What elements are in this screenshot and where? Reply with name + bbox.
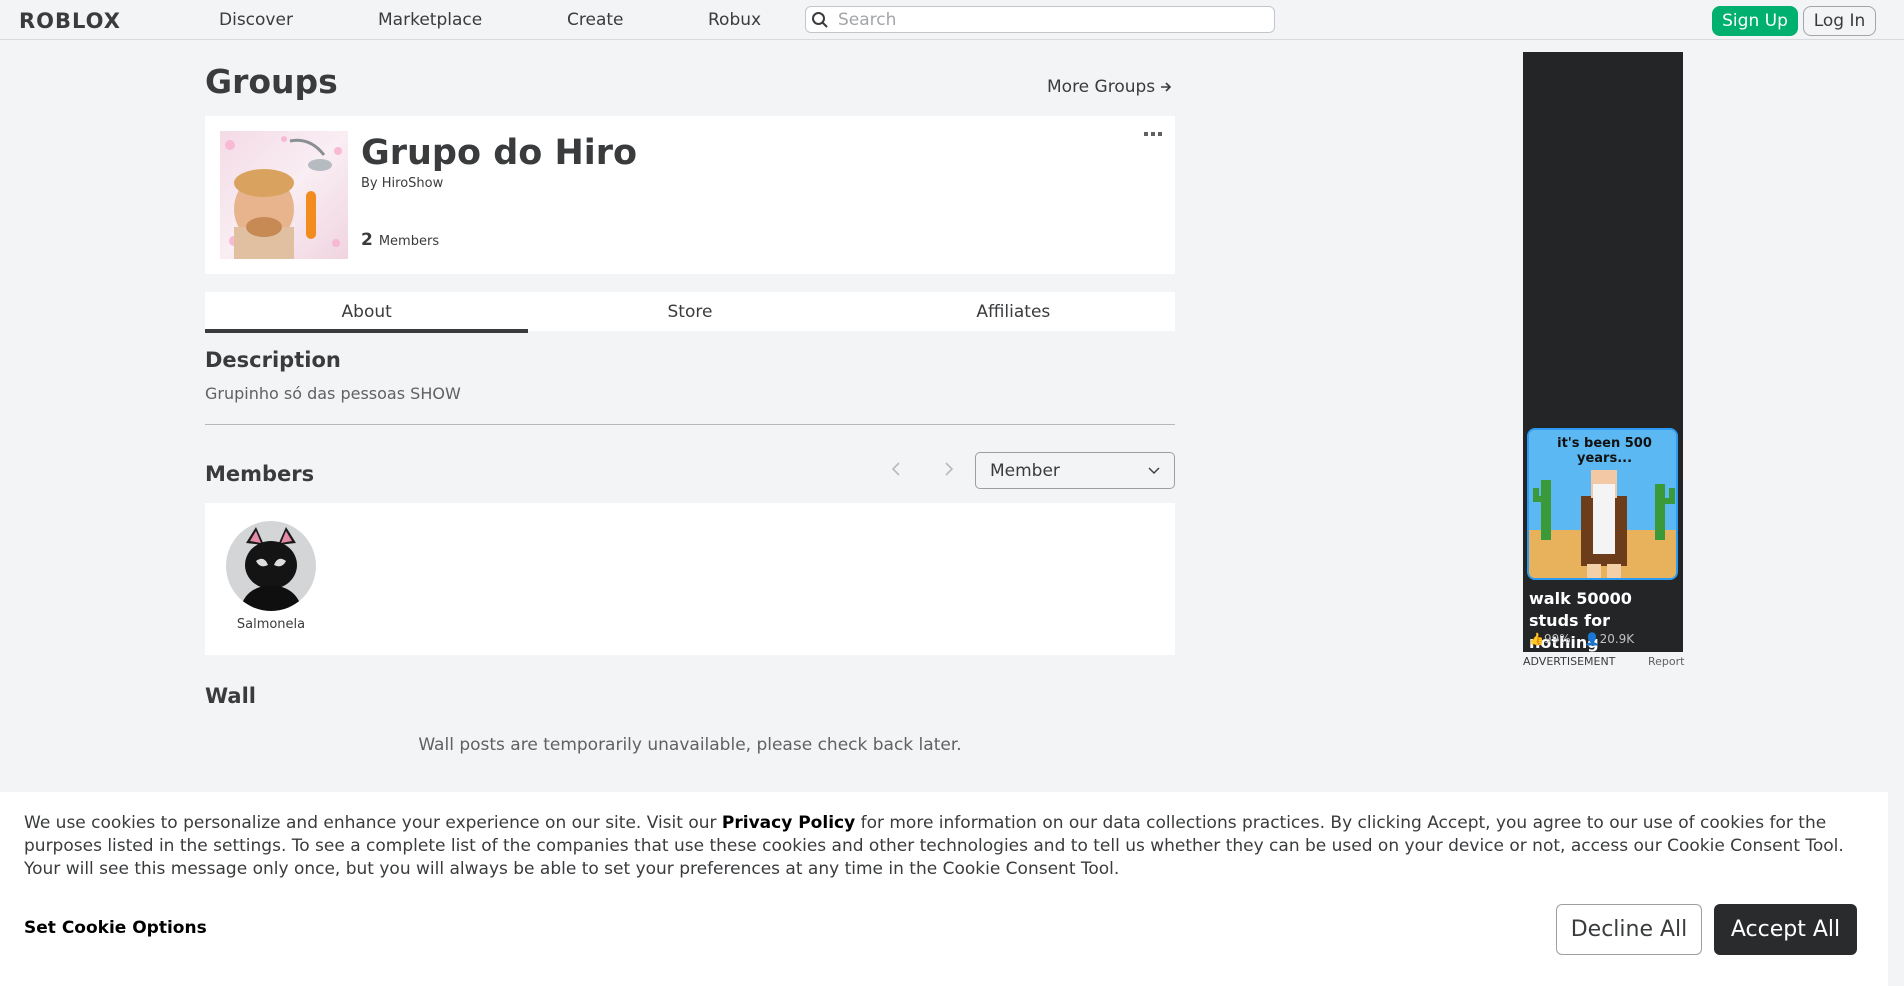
member-card[interactable]: Salmonela: [225, 521, 317, 632]
ad-players: 20.9K: [1599, 632, 1635, 646]
log-in-button[interactable]: Log In: [1803, 6, 1876, 36]
section-divider: [205, 424, 1175, 425]
member-count: 2: [361, 230, 373, 250]
cookie-message: We use cookies to personalize and enhanc…: [24, 812, 1864, 881]
group-thumbnail: [220, 131, 348, 259]
by-prefix: By: [361, 176, 378, 191]
nav-discover[interactable]: Discover: [219, 0, 293, 40]
sign-up-button[interactable]: Sign Up: [1712, 6, 1798, 36]
nav-marketplace[interactable]: Marketplace: [378, 0, 482, 40]
members-heading: Members: [205, 462, 315, 486]
tab-store[interactable]: Store: [528, 292, 851, 331]
chevron-down-icon: [1148, 467, 1160, 474]
ad-stats: 👍99% 👤20.9K: [1529, 632, 1634, 646]
set-cookie-options-link[interactable]: Set Cookie Options: [24, 918, 207, 938]
description-text: Grupinho só das pessoas SHOW: [205, 384, 461, 403]
page-title: Groups: [205, 62, 338, 101]
wall-heading: Wall: [205, 684, 256, 708]
page-scrollbar[interactable]: [1888, 40, 1904, 986]
ad-image: it's been 500 years...: [1527, 428, 1678, 580]
advertisement-banner[interactable]: it's been 500 years... walk 50000 studs …: [1523, 52, 1683, 652]
chevron-left-icon: [891, 462, 900, 476]
wall-unavailable-message: Wall posts are temporarily unavailable, …: [418, 735, 962, 755]
next-page-button[interactable]: [939, 458, 959, 480]
avatar[interactable]: [226, 521, 316, 611]
decline-all-button[interactable]: Decline All: [1556, 904, 1702, 955]
tab-about[interactable]: About: [205, 292, 529, 333]
accept-all-button[interactable]: Accept All: [1714, 904, 1857, 955]
more-groups-label: More Groups: [1047, 77, 1156, 97]
top-navigation-bar: ROBLOX Discover Marketplace Create Robux…: [0, 0, 1904, 40]
group-header-card: Grupo do Hiro By HiroShow 2 Members: [205, 116, 1175, 274]
search-bar: [805, 6, 1275, 33]
chevron-right-icon: [945, 462, 954, 476]
role-select-dropdown[interactable]: Member: [975, 452, 1175, 489]
advertisement-label: ADVERTISEMENT: [1523, 655, 1616, 668]
cookie-text-before: We use cookies to personalize and enhanc…: [24, 813, 717, 833]
players-icon: 👤20.9K: [1584, 632, 1635, 646]
ad-rating: 99%: [1543, 632, 1571, 646]
members-list: Salmonela: [205, 503, 1175, 655]
previous-page-button[interactable]: [886, 458, 906, 480]
roblox-logo[interactable]: ROBLOX: [19, 9, 121, 33]
nav-create[interactable]: Create: [567, 0, 624, 40]
search-input[interactable]: [834, 9, 1254, 30]
tab-affiliates[interactable]: Affiliates: [852, 292, 1175, 331]
ad-card[interactable]: it's been 500 years... walk 50000 studs …: [1527, 428, 1678, 652]
ad-caption: it's been 500 years...: [1557, 436, 1652, 466]
member-name[interactable]: Salmonela: [237, 617, 305, 632]
cookie-consent-banner: We use cookies to personalize and enhanc…: [0, 792, 1888, 986]
nav-robux[interactable]: Robux: [708, 0, 761, 40]
group-member-count: 2 Members: [361, 230, 439, 250]
arrow-right-icon: [1161, 82, 1172, 92]
more-groups-link[interactable]: More Groups: [1047, 77, 1173, 97]
role-select-value: Member: [990, 460, 1060, 481]
group-owner-link[interactable]: HiroShow: [382, 176, 443, 191]
group-owner-line: By HiroShow: [361, 176, 443, 191]
thumbs-up-icon: 👍99%: [1529, 632, 1571, 646]
search-icon[interactable]: [806, 6, 834, 33]
more-options-icon[interactable]: [1143, 130, 1163, 140]
group-tabs: About Store Affiliates: [205, 292, 1175, 333]
report-ad-link[interactable]: Report: [1648, 655, 1684, 668]
description-heading: Description: [205, 348, 341, 372]
members-label: Members: [378, 234, 440, 249]
group-name: Grupo do Hiro: [361, 133, 638, 173]
privacy-policy-link[interactable]: Privacy Policy: [722, 813, 855, 833]
